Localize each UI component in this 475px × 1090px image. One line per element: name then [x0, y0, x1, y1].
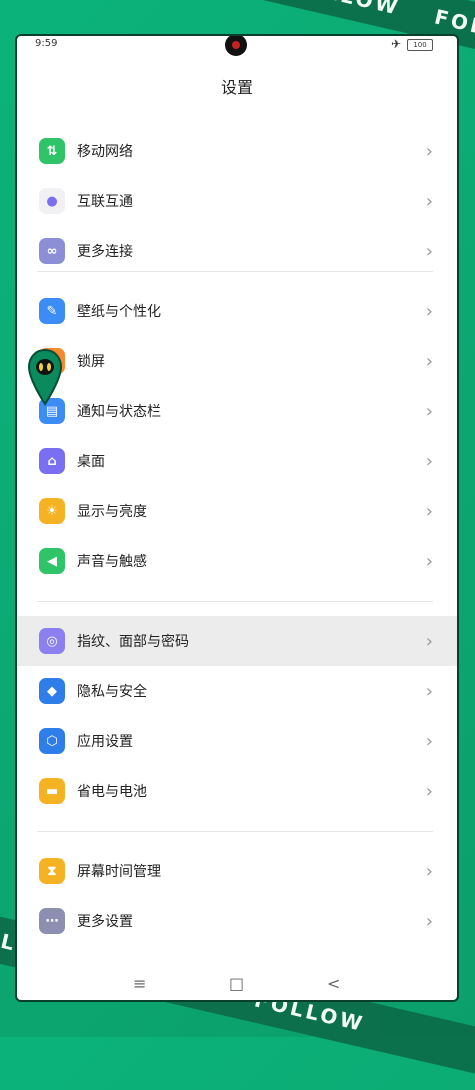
watermark-text: FOLLOW	[270, 0, 420, 24]
settings-item[interactable]: ◀ 声音与触感 ›	[17, 536, 457, 586]
chevron-right-icon: ›	[425, 500, 433, 522]
navigation-bar: ≡ □ <	[17, 970, 457, 1000]
page-title: 设置	[220, 78, 253, 97]
home-icon: ⌂	[39, 448, 65, 474]
home-icon[interactable]: □	[229, 974, 244, 993]
chevron-right-icon: ›	[425, 860, 433, 882]
menu-icon[interactable]: ≡	[133, 974, 146, 993]
more-dots-icon: ⋯	[39, 908, 65, 934]
divider	[37, 601, 433, 602]
settings-item[interactable]: ▤ 通知与状态栏 ›	[17, 386, 457, 436]
chevron-right-icon: ›	[425, 190, 433, 212]
cellular-icon: ⇅	[39, 138, 65, 164]
settings-item-label: 显示与亮度	[77, 504, 147, 520]
connection-icon: ∞	[39, 238, 65, 264]
gear-icon: ⬡	[39, 728, 65, 754]
settings-item[interactable]: ⋯ 更多设置 ›	[17, 896, 457, 946]
chevron-right-icon: ›	[425, 780, 433, 802]
chevron-right-icon: ›	[425, 240, 433, 262]
settings-item[interactable]: ◎ 指纹、面部与密码 ›	[17, 616, 457, 666]
camera-cutout	[225, 36, 247, 56]
settings-item[interactable]: ▬ 省电与电池 ›	[17, 766, 457, 816]
back-icon[interactable]: <	[327, 974, 340, 993]
divider	[37, 831, 433, 832]
brush-icon: ✎	[39, 298, 65, 324]
settings-item[interactable]: ⧗ 屏幕时间管理 ›	[17, 846, 457, 896]
settings-item[interactable]: ◆ 隐私与安全 ›	[17, 666, 457, 716]
chevron-right-icon: ›	[425, 350, 433, 372]
settings-item-label: 通知与状态栏	[77, 404, 161, 420]
settings-item-label: 更多连接	[77, 244, 133, 260]
settings-item[interactable]: ⇅ 移动网络 ›	[17, 126, 457, 176]
settings-item[interactable]: ● 互联互通 ›	[17, 176, 457, 226]
chevron-right-icon: ›	[425, 680, 433, 702]
hourglass-icon: ⧗	[39, 858, 65, 884]
settings-item-label: 移动网络	[77, 144, 133, 160]
settings-item[interactable]: ⌂ 桌面 ›	[17, 436, 457, 486]
settings-item-label: 应用设置	[77, 734, 133, 750]
status-time: 9:59	[35, 38, 58, 49]
settings-item-label: 屏幕时间管理	[77, 864, 161, 880]
settings-item-label: 更多设置	[77, 914, 133, 930]
shield-icon: ◆	[39, 678, 65, 704]
chevron-right-icon: ›	[425, 730, 433, 752]
chevron-right-icon: ›	[425, 630, 433, 652]
settings-item[interactable]: ☀ 显示与亮度 ›	[17, 486, 457, 536]
settings-item-label: 锁屏	[77, 354, 105, 370]
chevron-right-icon: ›	[425, 140, 433, 162]
settings-item-label: 互联互通	[77, 194, 133, 210]
settings-item-label: 指纹、面部与密码	[77, 634, 189, 650]
chevron-right-icon: ›	[425, 400, 433, 422]
phone-screen: 9:59 ✈ 100 设置 ⇅ 移动网络 › ● 互联互通 › ∞ 更多连接 › ✎ 壁纸与个性化 ›…	[15, 34, 459, 1002]
chevron-right-icon: ›	[425, 450, 433, 472]
link-icon: ●	[39, 188, 65, 214]
battery-icon: 100	[407, 39, 433, 51]
settings-item-label: 隐私与安全	[77, 684, 147, 700]
divider	[37, 271, 433, 272]
settings-item[interactable]: ⬡ 应用设置 ›	[17, 716, 457, 766]
settings-item-label: 桌面	[77, 454, 105, 470]
settings-item-label: 省电与电池	[77, 784, 147, 800]
status-bar: 9:59 ✈ 100	[17, 36, 457, 56]
airplane-mode-icon: ✈	[390, 37, 401, 51]
settings-item-label: 壁纸与个性化	[77, 304, 161, 320]
settings-item[interactable]: ✎ 壁纸与个性化 ›	[17, 286, 457, 336]
sun-icon: ☀	[39, 498, 65, 524]
fingerprint-icon: ◎	[39, 628, 65, 654]
chevron-right-icon: ›	[425, 300, 433, 322]
battery-saver-icon: ▬	[39, 778, 65, 804]
map-pin-icon	[27, 348, 63, 406]
speaker-icon: ◀	[39, 548, 65, 574]
settings-item-label: 声音与触感	[77, 554, 147, 570]
chevron-right-icon: ›	[425, 550, 433, 572]
settings-item[interactable]: ∞ 更多连接 ›	[17, 226, 457, 276]
chevron-right-icon: ›	[425, 910, 433, 932]
settings-item[interactable]: ▣锁屏›	[17, 336, 457, 386]
